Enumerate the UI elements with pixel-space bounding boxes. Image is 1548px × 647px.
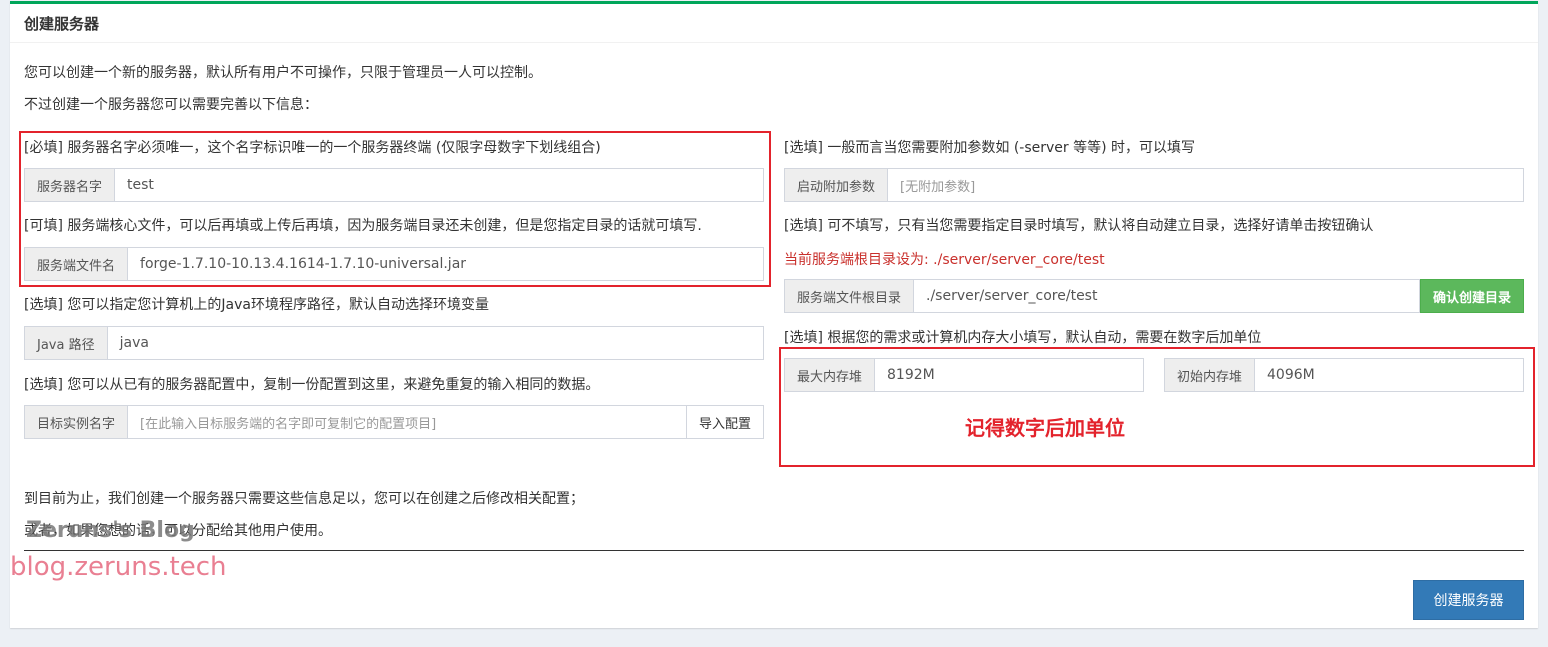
target-instance-label: 目标实例名字	[24, 405, 128, 439]
footer-line-1: 到目前为止，我们创建一个服务器只需要这些信息足以，您可以在创建之后修改相关配置；	[24, 491, 584, 507]
launch-args-label: 启动附加参数	[784, 168, 888, 202]
panel-title: 创建服务器	[24, 15, 100, 33]
highlight-box-memory-fields	[779, 347, 1535, 467]
intro-line-2: 不过创建一个服务器您可以需要完善以下信息：	[24, 97, 318, 113]
copy-config-group: 目标实例名字 [在此输入目标服务端的名字即可复制它的配置项目] 导入配置	[24, 405, 764, 439]
intro-line-1: 您可以创建一个新的服务器，默认所有用户不可操作，只限于管理员一人可以控制。	[24, 65, 542, 81]
confirm-create-dir-button[interactable]: 确认创建目录	[1419, 279, 1524, 313]
memory-hint: [选填] 根据您的需求或计算机内存大小填写，默认自动，需要在数字后加单位	[784, 330, 1262, 346]
root-dir-group: 服务端文件根目录 ./server/server_core/test 确认创建目…	[784, 279, 1524, 313]
create-server-button[interactable]: 创建服务器	[1413, 580, 1524, 620]
create-server-panel: 创建服务器 您可以创建一个新的服务器，默认所有用户不可操作，只限于管理员一人可以…	[10, 1, 1538, 628]
copy-config-hint: [选填] 您可以从已有的服务器配置中，复制一份配置到这里，来避免重复的输入相同的…	[24, 377, 600, 393]
launch-args-group: 启动附加参数 [无附加参数]	[784, 168, 1524, 202]
highlight-box-required-fields	[19, 131, 771, 287]
header-divider	[10, 42, 1538, 43]
launch-args-input[interactable]: [无附加参数]	[887, 168, 1524, 202]
java-path-group: Java 路径 java	[24, 326, 764, 360]
java-path-label: Java 路径	[24, 326, 107, 360]
footer-divider	[24, 550, 1524, 551]
root-dir-input[interactable]: ./server/server_core/test	[913, 279, 1420, 313]
watermark-blog-url: blog.zeruns.tech	[10, 552, 227, 582]
root-dir-label: 服务端文件根目录	[784, 279, 914, 313]
launch-args-hint: [选填] 一般而言当您需要附加参数如 (-server 等等) 时，可以填写	[784, 140, 1196, 156]
java-path-input[interactable]: java	[106, 326, 764, 360]
root-dir-hint: [选填] 可不填写，只有当您需要指定目录时填写，默认将自动建立目录，选择好请单击…	[784, 218, 1374, 234]
current-root-dir: 当前服务端根目录设为: ./server/server_core/test	[784, 252, 1105, 268]
java-path-hint: [选填] 您可以指定您计算机上的Java环境程序路径，默认自动选择环境变量	[24, 297, 489, 313]
target-instance-input[interactable]: [在此输入目标服务端的名字即可复制它的配置项目]	[127, 405, 687, 439]
import-config-button[interactable]: 导入配置	[686, 405, 764, 439]
watermark-blog-name: Zeruns's Blog	[26, 518, 195, 543]
